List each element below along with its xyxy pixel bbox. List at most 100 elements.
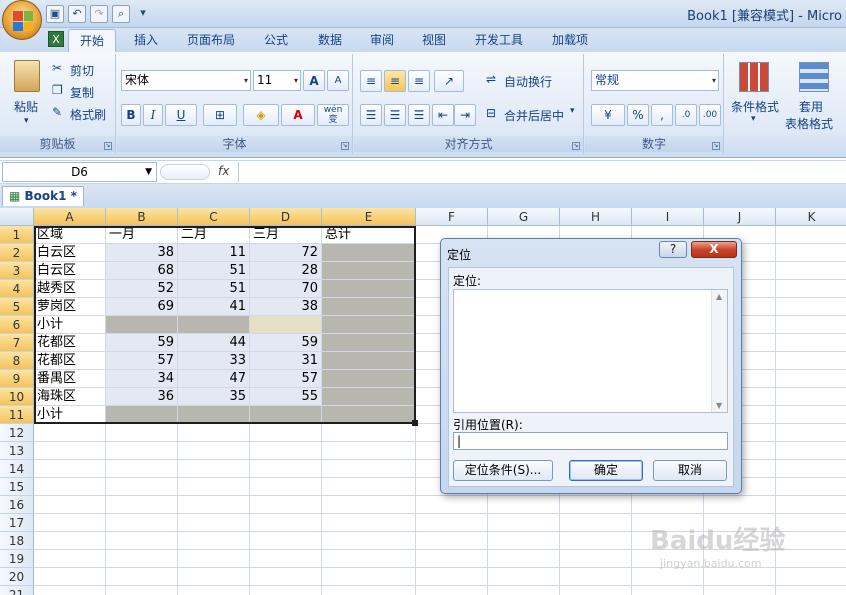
cell-c11[interactable] [178, 406, 250, 424]
cell-a10[interactable]: 海珠区 [34, 388, 106, 406]
cell-b16[interactable] [106, 496, 178, 514]
cell-a19[interactable] [34, 550, 106, 568]
comma-button[interactable]: , [651, 104, 673, 126]
conditional-dropdown-icon[interactable]: ▾ [751, 114, 756, 124]
font-name-select[interactable]: 宋体 ▾ [121, 70, 251, 91]
listbox-scrollbar[interactable]: ▲ ▼ [711, 290, 727, 412]
cell-e3[interactable] [322, 262, 416, 280]
cell-e6[interactable] [322, 316, 416, 334]
column-header-i[interactable]: I [632, 208, 704, 226]
cell-d19[interactable] [250, 550, 322, 568]
print-preview-icon[interactable]: ⌕ [112, 5, 130, 23]
format-as-table-label[interactable]: 表格格式 [785, 115, 833, 132]
save-icon[interactable]: ▣ [46, 5, 64, 23]
cell-e21[interactable] [322, 586, 416, 595]
cell-e19[interactable] [322, 550, 416, 568]
tab-addins[interactable]: 加载项 [542, 29, 598, 52]
name-box[interactable]: D6 ▼ [2, 162, 157, 182]
cell-c13[interactable] [178, 442, 250, 460]
cell-h21[interactable] [560, 586, 632, 595]
row-header-10[interactable]: 10 [0, 388, 34, 406]
row-header-13[interactable]: 13 [0, 442, 34, 460]
paste-dropdown-icon[interactable]: ▾ [24, 116, 29, 126]
currency-icon[interactable]: ¥ [591, 104, 625, 126]
cell-b7[interactable]: 59 [106, 334, 178, 352]
cell-b20[interactable] [106, 568, 178, 586]
font-size-select[interactable]: 11 ▾ [253, 70, 301, 91]
tab-home[interactable]: 开始 [68, 29, 116, 52]
cell-k9[interactable] [776, 370, 846, 388]
cell-a5[interactable]: 萝岗区 [34, 298, 106, 316]
cell-k18[interactable] [776, 532, 846, 550]
cell-c16[interactable] [178, 496, 250, 514]
cell-h16[interactable] [560, 496, 632, 514]
orientation-icon[interactable]: ↗ [434, 70, 464, 92]
cell-a4[interactable]: 越秀区 [34, 280, 106, 298]
decrease-decimal-icon[interactable]: .00 [699, 104, 721, 126]
cell-i20[interactable] [632, 568, 704, 586]
cell-k20[interactable] [776, 568, 846, 586]
cell-j16[interactable] [704, 496, 776, 514]
cell-e16[interactable] [322, 496, 416, 514]
row-header-19[interactable]: 19 [0, 550, 34, 568]
column-header-c[interactable]: C [178, 208, 250, 226]
cell-b10[interactable]: 36 [106, 388, 178, 406]
cell-a3[interactable]: 白云区 [34, 262, 106, 280]
format-painter-button[interactable]: 格式刷 [70, 106, 106, 123]
special-button[interactable]: 定位条件(S)... [453, 460, 553, 481]
column-header-h[interactable]: H [560, 208, 632, 226]
row-header-18[interactable]: 18 [0, 532, 34, 550]
cell-d2[interactable]: 72 [250, 244, 322, 262]
align-left-icon[interactable]: ☰ [360, 104, 382, 126]
cell-c10[interactable]: 35 [178, 388, 250, 406]
cell-k8[interactable] [776, 352, 846, 370]
cell-d5[interactable]: 38 [250, 298, 322, 316]
cell-k16[interactable] [776, 496, 846, 514]
align-bottom-icon[interactable]: ≡ [408, 70, 430, 92]
cell-a6[interactable]: 小计 [34, 316, 106, 334]
cell-c15[interactable] [178, 478, 250, 496]
row-header-17[interactable]: 17 [0, 514, 34, 532]
borders-icon[interactable]: ⊞ [203, 104, 237, 126]
redo-icon[interactable]: ↷ [90, 5, 108, 23]
tab-page-layout[interactable]: 页面布局 [178, 29, 244, 52]
cell-d21[interactable] [250, 586, 322, 595]
cut-button[interactable]: 剪切 [70, 62, 94, 79]
cell-d9[interactable]: 57 [250, 370, 322, 388]
cell-f21[interactable] [416, 586, 488, 595]
cell-d20[interactable] [250, 568, 322, 586]
row-header-21[interactable]: 21 [0, 586, 34, 595]
cell-e11[interactable] [322, 406, 416, 424]
row-header-5[interactable]: 5 [0, 298, 34, 316]
cell-k10[interactable] [776, 388, 846, 406]
cell-b13[interactable] [106, 442, 178, 460]
cell-b15[interactable] [106, 478, 178, 496]
cell-h20[interactable] [560, 568, 632, 586]
cell-b19[interactable] [106, 550, 178, 568]
cell-k19[interactable] [776, 550, 846, 568]
cell-b12[interactable] [106, 424, 178, 442]
row-header-11[interactable]: 11 [0, 406, 34, 424]
cell-d10[interactable]: 55 [250, 388, 322, 406]
cell-a7[interactable]: 花都区 [34, 334, 106, 352]
cell-k13[interactable] [776, 442, 846, 460]
cell-c7[interactable]: 44 [178, 334, 250, 352]
cell-j20[interactable] [704, 568, 776, 586]
conditional-format-icon[interactable] [739, 62, 769, 92]
paste-button[interactable]: 粘贴 [14, 98, 38, 115]
tab-developer[interactable]: 开发工具 [466, 29, 532, 52]
cell-d14[interactable] [250, 460, 322, 478]
cell-c4[interactable]: 51 [178, 280, 250, 298]
cell-j21[interactable] [704, 586, 776, 595]
cell-e8[interactable] [322, 352, 416, 370]
cell-c1[interactable]: 二月 [178, 226, 250, 244]
cell-c6[interactable] [178, 316, 250, 334]
column-header-d[interactable]: D [250, 208, 322, 226]
row-header-6[interactable]: 6 [0, 316, 34, 334]
cell-h19[interactable] [560, 550, 632, 568]
increase-decimal-icon[interactable]: .0 [675, 104, 697, 126]
number-launcher-icon[interactable]: ↘ [712, 142, 720, 150]
cell-e17[interactable] [322, 514, 416, 532]
cell-e20[interactable] [322, 568, 416, 586]
cell-d4[interactable]: 70 [250, 280, 322, 298]
